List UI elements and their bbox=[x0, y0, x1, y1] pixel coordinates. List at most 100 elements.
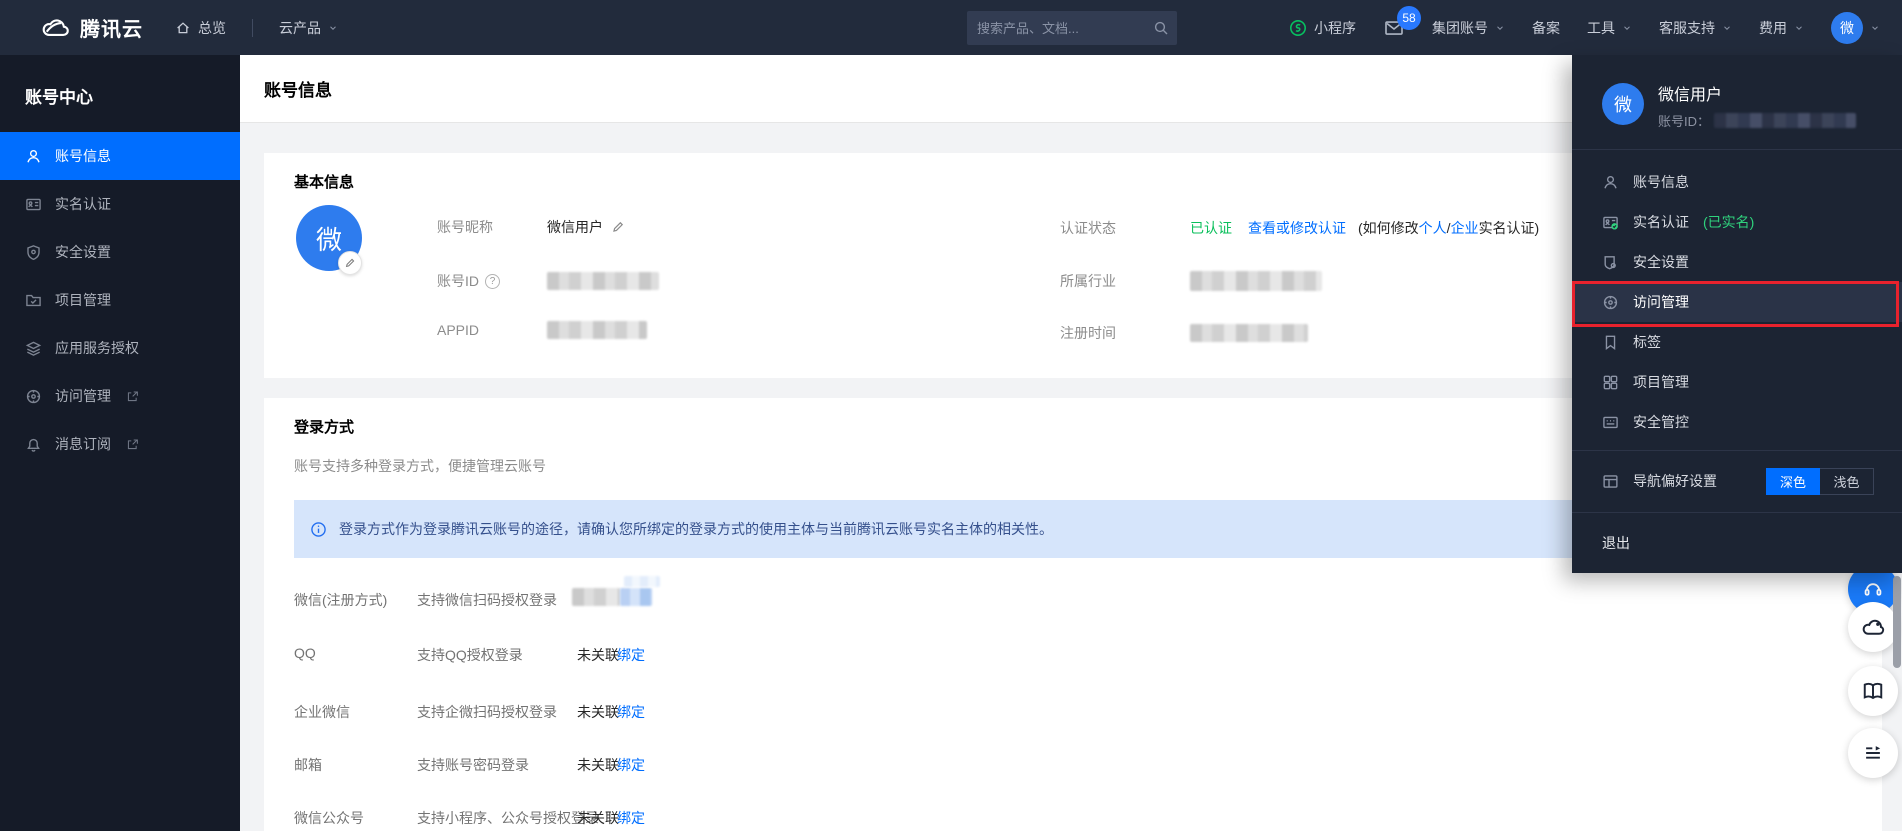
console-window-icon bbox=[1602, 414, 1619, 431]
feedback-list-float-button[interactable] bbox=[1848, 728, 1898, 778]
auth-note-prefix: (如何修改 bbox=[1358, 220, 1419, 236]
nav-billing[interactable]: 费用 bbox=[1759, 18, 1804, 38]
panel-item-access-management[interactable]: 访问管理 bbox=[1572, 282, 1902, 322]
cloud-notification-float-button[interactable] bbox=[1848, 602, 1898, 652]
nav-support[interactable]: 客服支持 bbox=[1659, 18, 1732, 38]
shield-icon bbox=[25, 244, 42, 261]
panel-item-project-management[interactable]: 项目管理 bbox=[1572, 362, 1902, 402]
brand-logo[interactable]: 腾讯云 bbox=[40, 13, 143, 42]
external-link-icon bbox=[126, 438, 139, 451]
compass-icon bbox=[1602, 294, 1619, 311]
auth-note-suffix: 实名认证) bbox=[1479, 220, 1540, 236]
nav-icp[interactable]: 备案 bbox=[1532, 18, 1560, 38]
logout-button[interactable]: 退出 bbox=[1572, 513, 1902, 573]
search-icon[interactable] bbox=[1153, 20, 1169, 36]
compass-icon bbox=[25, 388, 42, 405]
avatar-edit-button[interactable] bbox=[338, 251, 362, 275]
bind-link[interactable]: 绑定 bbox=[617, 755, 645, 775]
login-methods-subtitle: 账号支持多种登录方式，便捷管理云账号 bbox=[294, 456, 546, 476]
chevron-down-icon bbox=[328, 23, 338, 33]
topbar-divider bbox=[252, 19, 253, 37]
bookmark-icon bbox=[1602, 334, 1619, 351]
nickname-label: 账号昵称 bbox=[437, 217, 547, 237]
chevron-down-icon bbox=[1622, 23, 1632, 33]
auth-status-label: 认证状态 bbox=[1060, 218, 1190, 238]
bind-link[interactable]: 绑定 bbox=[617, 808, 645, 828]
nav-messages[interactable]: 58 bbox=[1383, 18, 1405, 38]
layout-icon bbox=[1602, 473, 1619, 490]
search-input[interactable] bbox=[977, 21, 1153, 36]
panel-item-security-settings[interactable]: 安全设置 bbox=[1572, 242, 1902, 282]
login-row-email: 邮箱 支持账号密码登录 未关联 绑定 bbox=[294, 755, 1852, 777]
user-panel-header: 微 微信用户 账号ID： bbox=[1572, 55, 1902, 150]
sidebar: 账号中心 账号信息 实名认证 bbox=[0, 55, 240, 831]
panel-item-security-control[interactable]: 安全管控 bbox=[1572, 402, 1902, 442]
bind-status: 未关联 bbox=[577, 808, 619, 828]
sidebar-item-security-settings[interactable]: 安全设置 bbox=[0, 228, 240, 276]
personal-auth-link[interactable]: 个人 bbox=[1419, 220, 1447, 236]
chevron-down-icon bbox=[1794, 23, 1804, 33]
account-id-redacted bbox=[1714, 113, 1856, 128]
sidebar-item-account-info[interactable]: 账号信息 bbox=[0, 132, 240, 180]
modify-auth-link[interactable]: 查看或修改认证 bbox=[1248, 218, 1346, 238]
wechat-account-redacted bbox=[572, 588, 652, 606]
bind-status: 未关联 bbox=[577, 645, 619, 665]
bind-status: 未关联 bbox=[577, 755, 619, 775]
info-banner-text: 登录方式作为登录腾讯云账号的途径，请确认您所绑定的登录方式的使用主体与当前腾讯云… bbox=[339, 519, 1053, 539]
avatar: 微 bbox=[1602, 83, 1644, 125]
chevron-down-icon bbox=[1495, 23, 1505, 33]
brand-text: 腾讯云 bbox=[80, 13, 143, 42]
chevron-down-icon bbox=[1722, 23, 1732, 33]
enterprise-auth-link[interactable]: 企业 bbox=[1451, 220, 1479, 236]
avatar: 微 bbox=[1831, 12, 1863, 44]
panel-item-tags[interactable]: 标签 bbox=[1572, 322, 1902, 362]
login-row-qq: QQ 支持QQ授权登录 未关联 绑定 bbox=[294, 645, 1852, 667]
sidebar-item-access-management[interactable]: 访问管理 bbox=[0, 372, 240, 420]
nav-tools[interactable]: 工具 bbox=[1587, 18, 1632, 38]
basic-info-title: 基本信息 bbox=[294, 171, 354, 192]
panel-item-account-info[interactable]: 账号信息 bbox=[1572, 162, 1902, 202]
chevron-down-icon bbox=[1870, 23, 1880, 33]
login-row-official-account: 微信公众号 支持小程序、公众号授权登录 未关联 绑定 bbox=[294, 808, 1852, 830]
bind-status: 未关联 bbox=[577, 702, 619, 722]
shield-icon bbox=[1602, 254, 1619, 271]
edit-nickname-icon[interactable] bbox=[611, 220, 625, 234]
bind-link[interactable]: 绑定 bbox=[617, 645, 645, 665]
layers-icon bbox=[25, 340, 42, 357]
external-link-icon bbox=[126, 390, 139, 403]
message-count-badge: 58 bbox=[1397, 6, 1421, 30]
sidebar-item-realname-auth[interactable]: 实名认证 bbox=[0, 180, 240, 228]
nav-group-account[interactable]: 集团账号 bbox=[1432, 18, 1505, 38]
user-icon bbox=[25, 148, 42, 165]
nav-cloud-products[interactable]: 云产品 bbox=[279, 18, 338, 38]
sidebar-item-app-service-auth[interactable]: 应用服务授权 bbox=[0, 324, 240, 372]
cloud-logo-icon bbox=[40, 16, 70, 40]
user-panel-menu: 账号信息 实名认证 (已实名) bbox=[1572, 150, 1902, 442]
appid-redacted bbox=[547, 321, 647, 339]
theme-dark-option[interactable]: 深色 bbox=[1766, 468, 1820, 495]
user-avatar-menu[interactable]: 微 bbox=[1831, 12, 1880, 44]
realname-badge: (已实名) bbox=[1703, 212, 1754, 232]
sidebar-item-project-management[interactable]: 项目管理 bbox=[0, 276, 240, 324]
search-box bbox=[967, 11, 1177, 45]
home-icon bbox=[175, 20, 191, 36]
mini-program-icon bbox=[1289, 19, 1307, 37]
register-time-label: 注册时间 bbox=[1060, 323, 1190, 343]
nav-overview[interactable]: 总览 bbox=[175, 18, 226, 38]
panel-item-realname-auth[interactable]: 实名认证 (已实名) bbox=[1572, 202, 1902, 242]
docs-float-button[interactable] bbox=[1848, 666, 1898, 716]
bind-link[interactable]: 绑定 bbox=[617, 702, 645, 722]
nav-preference-label: 导航偏好设置 bbox=[1633, 471, 1717, 491]
sidebar-item-message-subscription[interactable]: 消息订阅 bbox=[0, 420, 240, 468]
nickname-value: 微信用户 bbox=[547, 217, 603, 237]
user-dropdown-panel: 微 微信用户 账号ID： 账号信息 bbox=[1572, 55, 1902, 573]
nav-mini-program[interactable]: 小程序 bbox=[1289, 18, 1356, 38]
folder-check-icon bbox=[25, 292, 42, 309]
info-icon bbox=[310, 521, 327, 538]
scrollbar-thumb[interactable] bbox=[1893, 576, 1901, 668]
login-row-wecom: 企业微信 支持企微扫码授权登录 未关联 绑定 bbox=[294, 702, 1852, 724]
account-id-redacted bbox=[547, 272, 659, 290]
appid-label: APPID bbox=[437, 322, 547, 338]
help-icon[interactable]: ? bbox=[485, 274, 500, 289]
theme-light-option[interactable]: 浅色 bbox=[1820, 468, 1874, 495]
